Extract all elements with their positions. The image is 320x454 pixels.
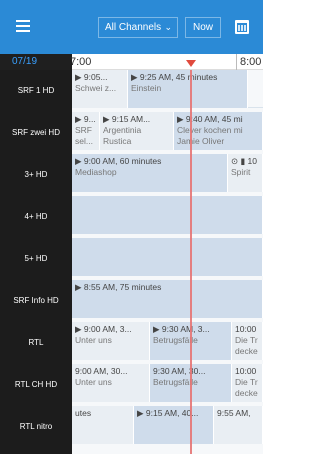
channel-item[interactable]: SRF Info HD <box>0 280 72 318</box>
program-row: ▶ 9:05... Schwei z... ▶ 9:25 AM, 45 minu… <box>72 70 263 108</box>
channel-label: SRF 1 HD <box>17 86 55 95</box>
program-cell[interactable]: ▶ 8:55 AM, 75 minutes <box>72 280 263 318</box>
channel-label: RTL nitro <box>19 422 53 431</box>
program-title: Argentinia Rustica <box>103 125 142 146</box>
channel-filter-dropdown[interactable]: All Channels ⌄ <box>98 17 178 38</box>
channel-label: 4+ HD <box>24 212 48 221</box>
program-time: ▶ 9:15 AM... <box>103 114 151 124</box>
program-row <box>72 238 263 276</box>
timeline-header: 07/19 7:00 8:00 <box>0 54 263 70</box>
top-bar: All Channels ⌄ Now <box>0 0 263 54</box>
program-row: utes ▶ 9:15 AM, 40... 9:55 AM, <box>72 406 263 444</box>
program-time: 9:55 AM, <box>217 408 251 418</box>
program-time: ▶ 9:15 AM, 40... <box>137 408 199 418</box>
channel-item[interactable]: SRF zwei HD <box>0 112 72 150</box>
program-title: Unter uns <box>75 377 112 387</box>
program-title: Spirit <box>231 167 251 177</box>
program-cell[interactable]: 9:55 AM, <box>214 406 263 444</box>
channel-item[interactable]: 4+ HD <box>0 196 72 234</box>
channel-column: SRF 1 HD SRF zwei HD 3+ HD 4+ HD 5+ HD S… <box>0 70 72 454</box>
now-marker-icon <box>186 60 196 67</box>
channel-item[interactable]: RTL CH HD <box>0 364 72 402</box>
program-row: ▶ 9... SRF sel... ▶ 9:15 AM... Argentini… <box>72 112 263 150</box>
program-cell[interactable]: 10:00 Die Tr decke <box>232 322 263 360</box>
channel-item[interactable]: 3+ HD <box>0 154 72 192</box>
program-title: Schwei z... <box>75 83 117 93</box>
channel-label: 3+ HD <box>24 170 48 179</box>
program-row: ▶ 8:55 AM, 75 minutes <box>72 280 263 318</box>
program-cell[interactable]: ▶ 9:15 AM... Argentinia Rustica <box>100 112 174 150</box>
program-title: Unter uns <box>75 335 112 345</box>
time-start-label: 7:00 <box>70 56 92 68</box>
program-cell[interactable]: 10:00 Die Tr decke <box>232 364 263 402</box>
current-time-line <box>190 70 192 454</box>
channel-label: 5+ HD <box>24 254 48 263</box>
program-time: ▶ 8:55 AM, 75 minutes <box>75 282 162 292</box>
program-title: Mediashop <box>75 167 117 177</box>
program-row: 9:00 AM, 30... Unter uns 9:30 AM, 30... … <box>72 364 263 402</box>
channel-label: RTL CH HD <box>14 380 58 389</box>
program-title: SRF sel... <box>75 125 93 146</box>
program-time: ▶ 9:00 AM, 3... <box>75 324 132 334</box>
program-time: ▶ 9:05... <box>75 72 108 82</box>
program-time: ▶ 9... <box>75 114 96 124</box>
current-date[interactable]: 07/19 <box>0 54 72 70</box>
program-cell[interactable] <box>72 196 263 234</box>
program-title: Die Tr decke <box>235 377 258 398</box>
program-cell[interactable]: ▶ 9:00 AM, 60 minutes Mediashop <box>72 154 228 192</box>
channel-item[interactable]: RTL <box>0 322 72 360</box>
channel-label: SRF zwei HD <box>11 128 60 137</box>
program-time: 10:00 <box>235 366 257 376</box>
time-end-label: 8:00 <box>240 56 262 68</box>
channel-item[interactable]: RTL nitro <box>0 406 72 444</box>
program-cell[interactable]: ▶ 9:00 AM, 3... Unter uns <box>72 322 150 360</box>
program-time: 9:00 AM, 30... <box>75 366 128 376</box>
program-cell[interactable]: 9:00 AM, 30... Unter uns <box>72 364 150 402</box>
program-row <box>72 196 263 234</box>
calendar-icon[interactable] <box>235 20 249 34</box>
program-time: 10:00 <box>235 324 257 334</box>
program-title: Die Tr decke <box>235 335 258 356</box>
program-row: ▶ 9:00 AM, 60 minutes Mediashop ⊙ ▮ 10 S… <box>72 154 263 192</box>
channel-filter-label: All Channels <box>105 22 162 33</box>
program-cell[interactable]: ▶ 9:40 AM, 45 mi Clever kochen mi Jamie … <box>174 112 263 150</box>
program-title: Einstein <box>131 83 162 93</box>
program-cell[interactable]: ▶ 9... SRF sel... <box>72 112 100 150</box>
program-time: utes <box>75 408 92 418</box>
now-button[interactable]: Now <box>185 17 221 38</box>
program-time: ▶ 9:25 AM, 45 minutes <box>131 72 218 82</box>
channel-label: RTL <box>28 338 44 347</box>
channel-label: SRF Info HD <box>13 296 59 305</box>
program-time: ▶ 9:00 AM, 60 minutes <box>75 156 162 166</box>
channel-item[interactable]: 5+ HD <box>0 238 72 276</box>
program-cell[interactable]: ⊙ ▮ 10 Spirit <box>228 154 263 192</box>
program-cell[interactable]: utes <box>72 406 134 444</box>
program-row: ▶ 9:00 AM, 3... Unter uns ▶ 9:30 AM, 3..… <box>72 322 263 360</box>
program-cell[interactable] <box>72 238 263 276</box>
program-cell[interactable]: ▶ 9:05... Schwei z... <box>72 70 128 108</box>
chevron-down-icon: ⌄ <box>164 22 172 32</box>
program-cell[interactable]: ▶ 9:25 AM, 45 minutes Einstein <box>128 70 248 108</box>
time-tick <box>236 54 237 70</box>
menu-icon[interactable] <box>16 20 30 32</box>
program-cell[interactable]: ▶ 9:15 AM, 40... <box>134 406 214 444</box>
program-grid[interactable]: ▶ 9:05... Schwei z... ▶ 9:25 AM, 45 minu… <box>72 70 263 454</box>
channel-item[interactable]: SRF 1 HD <box>0 70 72 108</box>
program-time: ⊙ ▮ 10 <box>231 156 257 166</box>
